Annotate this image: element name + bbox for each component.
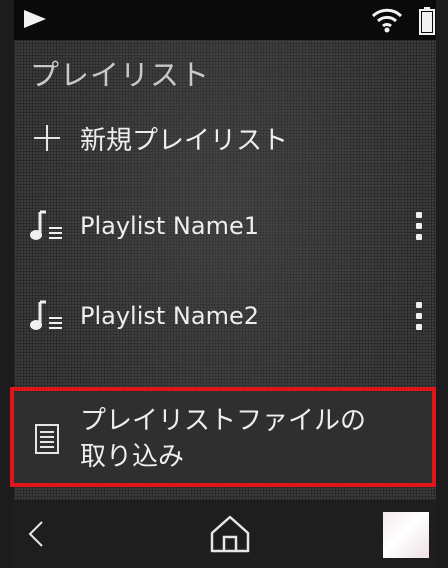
wifi-icon xyxy=(371,8,403,33)
plus-icon xyxy=(34,125,60,151)
playlist-name: Playlist Name2 xyxy=(80,302,260,330)
more-vert-icon[interactable] xyxy=(412,206,426,246)
playlist-item[interactable]: Playlist Name1 xyxy=(14,190,436,262)
battery-icon xyxy=(419,7,435,35)
highlight-box xyxy=(10,387,436,487)
home-icon[interactable] xyxy=(208,513,252,555)
more-vert-icon[interactable] xyxy=(412,296,426,336)
navigation-bar xyxy=(14,500,436,568)
playlist-name: Playlist Name1 xyxy=(80,212,260,240)
play-icon xyxy=(24,10,46,28)
new-playlist-label: 新規プレイリスト xyxy=(80,125,289,156)
device-screen: プレイリスト 新規プレイリスト Playlist Name1 Playlist … xyxy=(0,0,448,568)
status-bar xyxy=(14,0,436,40)
thumbnail[interactable] xyxy=(383,512,429,558)
back-icon[interactable] xyxy=(26,518,46,550)
playlist-note-icon xyxy=(30,300,62,330)
page-title: プレイリスト xyxy=(30,58,211,92)
new-playlist-item[interactable]: 新規プレイリスト xyxy=(14,102,436,174)
playlist-item[interactable]: Playlist Name2 xyxy=(14,280,436,352)
playlist-note-icon xyxy=(30,210,62,240)
